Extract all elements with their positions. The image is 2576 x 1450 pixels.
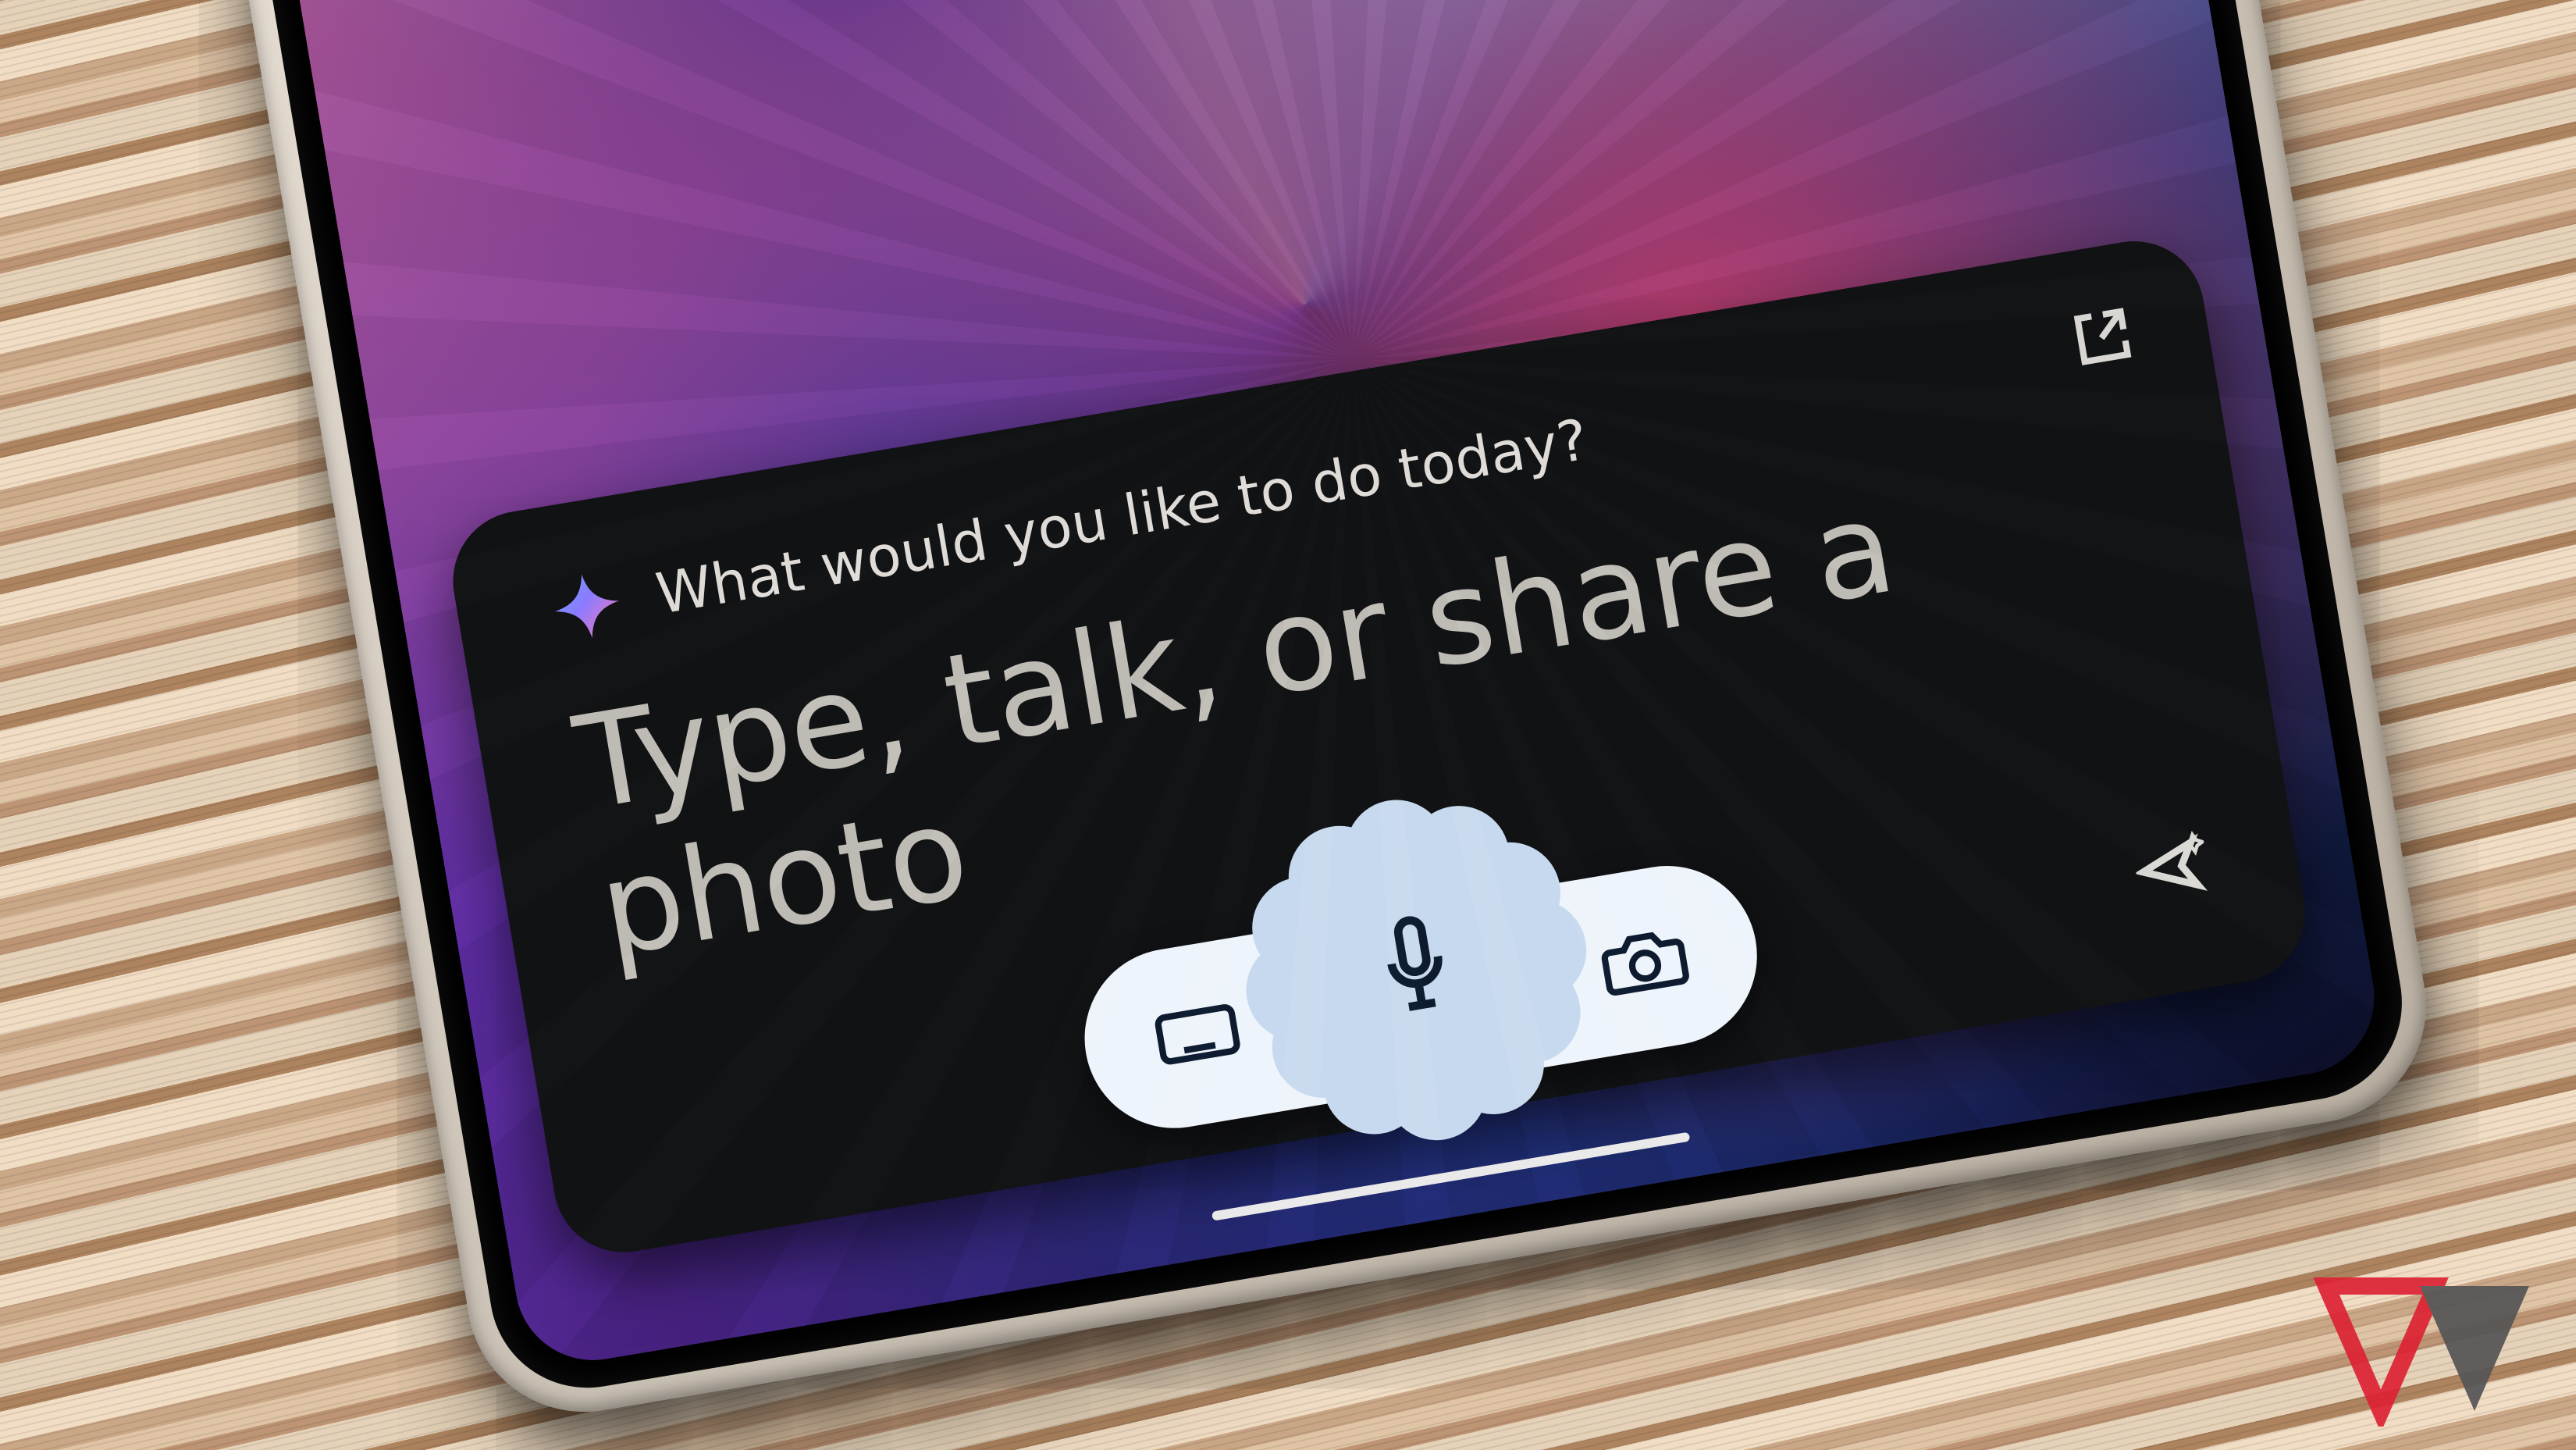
send-button[interactable] (2126, 822, 2216, 912)
assistant-input[interactable]: Type, talk, or share a photo (566, 431, 2179, 985)
phone-screen: What would you like to do today? Type, t… (190, 0, 2386, 1372)
open-in-new-icon (2065, 300, 2139, 373)
camera-button[interactable] (1595, 910, 1694, 1010)
microphone-button[interactable] (1250, 803, 1582, 1136)
home-indicator[interactable] (1212, 1132, 1690, 1221)
input-mode-bar (1071, 853, 1770, 1142)
keyboard-icon (1149, 992, 1245, 1076)
keyboard-button[interactable] (1148, 985, 1247, 1084)
open-in-new-button[interactable] (2062, 296, 2144, 377)
send-sparkle-icon (2130, 826, 2213, 909)
assistant-card: What would you like to do today? Type, t… (443, 230, 2315, 1263)
camera-icon (1596, 916, 1692, 1003)
assistant-prompt-text: What would you like to do today? (652, 407, 1592, 627)
watermark-logo (2311, 1270, 2545, 1427)
microphone-icon (1364, 905, 1468, 1035)
gemini-spark-icon (546, 566, 628, 647)
